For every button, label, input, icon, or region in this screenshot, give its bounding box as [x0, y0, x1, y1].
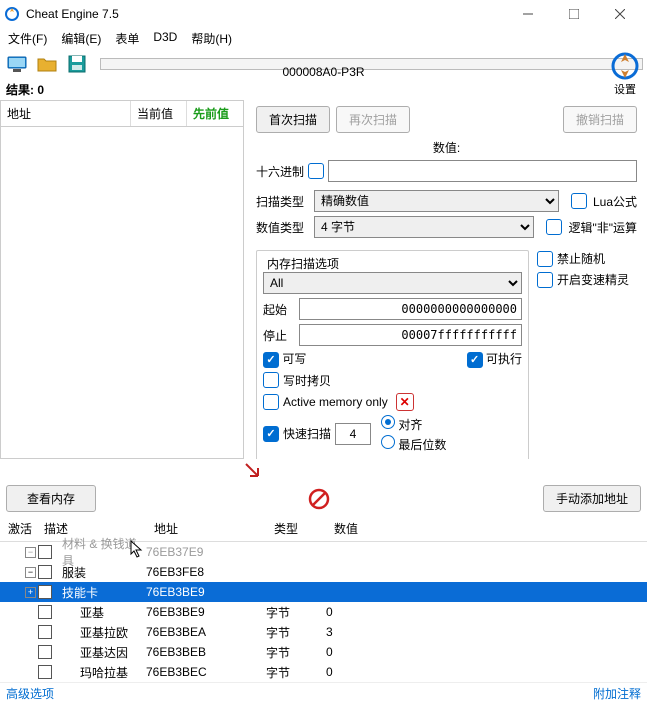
open-file-icon[interactable]: [34, 51, 60, 77]
writable-checkbox[interactable]: [263, 352, 279, 368]
col-value[interactable]: 数值: [330, 518, 362, 539]
fast-scan-input[interactable]: [335, 423, 371, 445]
align-radio[interactable]: [381, 415, 395, 429]
menu-help[interactable]: 帮助(H): [191, 30, 232, 47]
col-active[interactable]: 激活: [4, 518, 40, 539]
start-label: 起始: [263, 301, 295, 318]
table-row[interactable]: −服装76EB3FE8: [0, 562, 647, 582]
active-checkbox[interactable]: [38, 665, 52, 679]
add-to-list-button[interactable]: [242, 460, 262, 480]
maximize-button[interactable]: [551, 0, 597, 28]
results-label: 结果:: [6, 83, 34, 97]
value-input[interactable]: [328, 160, 637, 182]
settings-icon[interactable]: 设置: [609, 50, 641, 98]
fast-scan-checkbox[interactable]: [263, 426, 279, 442]
table-row[interactable]: −材料 & 换钱道具76EB37E9: [0, 542, 647, 562]
col-address[interactable]: 地址: [1, 101, 131, 126]
app-icon: [4, 6, 20, 22]
window-title: Cheat Engine 7.5: [26, 7, 505, 21]
menu-table[interactable]: 表单: [115, 30, 139, 47]
add-address-button[interactable]: 手动添加地址: [543, 485, 641, 512]
results-count: 0: [37, 83, 44, 97]
minimize-button[interactable]: [505, 0, 551, 28]
active-checkbox[interactable]: [38, 625, 52, 639]
not-checkbox[interactable]: [546, 219, 562, 235]
collapse-icon[interactable]: −: [25, 547, 36, 558]
speedhack-checkbox[interactable]: [537, 272, 553, 288]
table-extras-link[interactable]: 附加注释: [593, 685, 641, 702]
mem-scan-legend: 内存扫描选项: [263, 255, 343, 272]
next-scan-button: 再次扫描: [336, 106, 410, 133]
menu-edit[interactable]: 编辑(E): [61, 30, 101, 47]
select-process-icon[interactable]: [4, 51, 30, 77]
value-label: 数值:: [433, 139, 460, 156]
advanced-options-link[interactable]: 高级选项: [6, 685, 54, 702]
close-button[interactable]: [597, 0, 643, 28]
active-checkbox[interactable]: [38, 645, 52, 659]
executable-checkbox[interactable]: [467, 352, 483, 368]
col-type[interactable]: 类型: [270, 518, 330, 539]
active-checkbox[interactable]: [38, 585, 52, 599]
lua-checkbox[interactable]: [571, 193, 587, 209]
start-input[interactable]: [299, 298, 522, 320]
stop-input[interactable]: [299, 324, 522, 346]
save-file-icon[interactable]: [64, 51, 90, 77]
value-type-select[interactable]: 4 字节: [314, 216, 534, 238]
cow-checkbox[interactable]: [263, 372, 279, 388]
stop-label: 停止: [263, 327, 295, 344]
col-addr2[interactable]: 地址: [150, 518, 270, 539]
scan-type-label: 扫描类型: [256, 193, 310, 210]
table-row[interactable]: 玛哈拉基76EB3BEC字节0: [0, 662, 647, 682]
table-row[interactable]: 亚基76EB3BE9字节0: [0, 602, 647, 622]
progress-bar: [100, 58, 643, 70]
mem-region-select[interactable]: All: [263, 272, 522, 294]
active-only-checkbox[interactable]: [263, 394, 279, 410]
table-row[interactable]: 亚基达因76EB3BEB字节0: [0, 642, 647, 662]
undo-scan-button: 撤销扫描: [563, 106, 637, 133]
collapse-icon[interactable]: −: [25, 567, 36, 578]
col-previous[interactable]: 先前值: [187, 101, 243, 126]
hex-checkbox[interactable]: [308, 163, 324, 179]
active-checkbox[interactable]: [38, 565, 52, 579]
menu-d3d[interactable]: D3D: [153, 30, 177, 47]
expand-icon[interactable]: +: [25, 587, 36, 598]
hex-label: 十六进制: [256, 163, 304, 180]
last-digits-radio[interactable]: [381, 435, 395, 449]
clear-filter-button[interactable]: ✕: [396, 393, 414, 411]
table-row[interactable]: +技能卡76EB3BE9: [0, 582, 647, 602]
memory-view-button[interactable]: 查看内存: [6, 485, 96, 512]
scan-type-select[interactable]: 精确数值: [314, 190, 559, 212]
col-current[interactable]: 当前值: [131, 101, 187, 126]
cheat-table[interactable]: −材料 & 换钱道具76EB37E9−服装76EB3FE8+技能卡76EB3BE…: [0, 542, 647, 682]
table-row[interactable]: 亚基拉欧76EB3BEA字节3: [0, 622, 647, 642]
value-type-label: 数值类型: [256, 219, 310, 236]
disabled-icon: [104, 487, 535, 511]
not-label: 逻辑"非"运算: [568, 219, 637, 236]
first-scan-button[interactable]: 首次扫描: [256, 106, 330, 133]
lua-label: Lua公式: [593, 193, 637, 210]
no-random-checkbox[interactable]: [537, 251, 553, 267]
active-checkbox[interactable]: [38, 605, 52, 619]
found-list[interactable]: [0, 126, 244, 459]
menu-file[interactable]: 文件(F): [8, 30, 47, 47]
active-checkbox[interactable]: [38, 545, 52, 559]
